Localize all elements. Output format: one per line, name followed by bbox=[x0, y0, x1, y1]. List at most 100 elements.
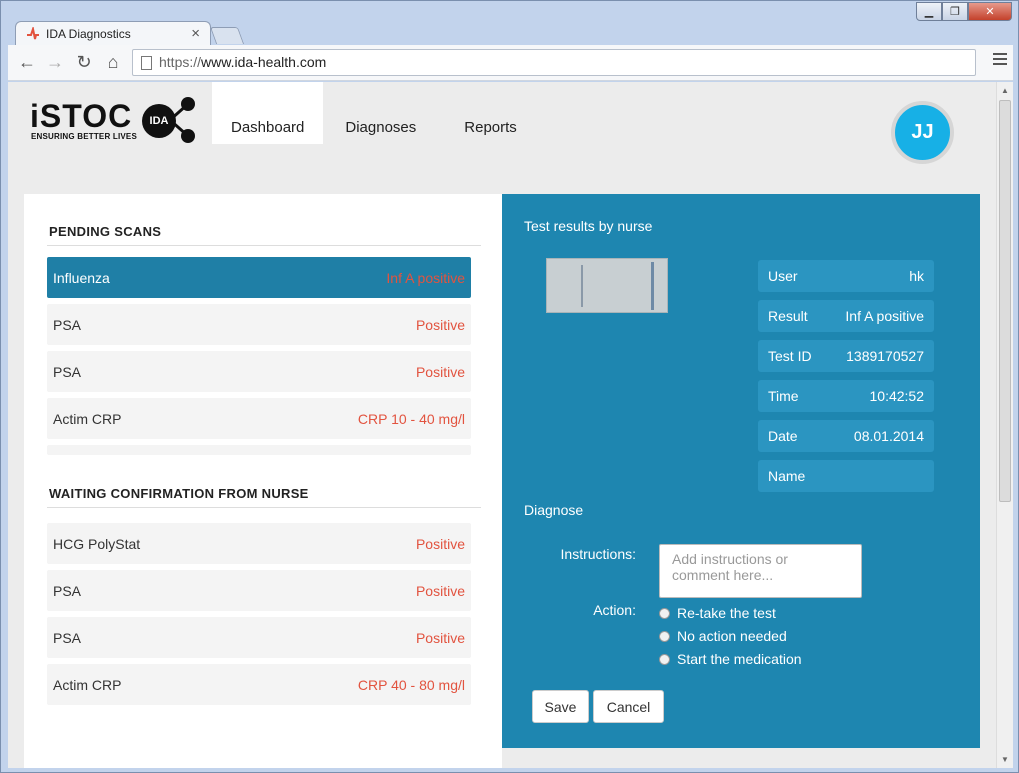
row-name: PSA bbox=[53, 316, 82, 333]
pending-row-psa[interactable]: PSA Positive bbox=[47, 304, 471, 345]
vertical-scrollbar[interactable]: ▲ ▼ bbox=[996, 82, 1013, 768]
main-nav: Dashboard Diagnoses Reports bbox=[212, 82, 536, 144]
row-result: Positive bbox=[415, 535, 465, 552]
scroll-up-icon[interactable]: ▲ bbox=[1001, 86, 1009, 95]
browser-window: IDA Diagnostics × ▁ ❐ ✕ ← → ↻ ⌂ https://… bbox=[0, 0, 1019, 773]
info-label: Name bbox=[768, 468, 806, 484]
waiting-row-actim-crp[interactable]: Actim CRP CRP 40 - 80 mg/l bbox=[47, 664, 471, 705]
browser-tab[interactable]: IDA Diagnostics × bbox=[15, 21, 211, 46]
pending-row-influenza[interactable]: Influenza Inf A positive bbox=[47, 257, 471, 298]
reload-icon[interactable]: ↻ bbox=[73, 52, 95, 73]
url-scheme: https:// bbox=[159, 54, 202, 70]
nav-reports[interactable]: Reports bbox=[445, 82, 536, 144]
address-bar[interactable]: https://www.ida-health.com bbox=[132, 49, 976, 76]
back-arrow-icon[interactable]: ← bbox=[16, 52, 38, 73]
minimize-button[interactable]: ▁ bbox=[916, 2, 942, 21]
details-title: Test results by nurse bbox=[524, 218, 653, 234]
instructions-input[interactable] bbox=[659, 544, 862, 598]
action-no-action-radio[interactable]: No action needed bbox=[659, 628, 787, 644]
row-result: CRP 40 - 80 mg/l bbox=[357, 676, 465, 693]
pending-row-psa[interactable]: PSA Positive bbox=[47, 351, 471, 392]
radio-circle-icon[interactable] bbox=[659, 607, 670, 619]
scroll-down-icon[interactable]: ▼ bbox=[1001, 755, 1009, 764]
test-details-panel: Test results by nurse User hk Result Inf… bbox=[502, 194, 980, 748]
row-result: Positive bbox=[415, 316, 465, 333]
strip-control-line bbox=[581, 265, 583, 307]
info-label: Result bbox=[768, 308, 808, 324]
url-text[interactable]: https://www.ida-health.com bbox=[159, 54, 326, 70]
forward-arrow-icon[interactable]: → bbox=[44, 52, 66, 73]
waiting-row-psa[interactable]: PSA Positive bbox=[47, 617, 471, 658]
row-result: Positive bbox=[415, 363, 465, 380]
scrollbar-thumb[interactable] bbox=[999, 100, 1011, 502]
info-value: 08.01.2014 bbox=[853, 428, 924, 444]
page-viewport: iSTOC IDA ENSURING BETTER LIVES Dashboar… bbox=[8, 82, 996, 768]
tab-title: IDA Diagnostics bbox=[46, 27, 131, 41]
radio-label: Start the medication bbox=[677, 651, 802, 667]
action-medication-radio[interactable]: Start the medication bbox=[659, 651, 802, 667]
action-retake-radio[interactable]: Re-take the test bbox=[659, 605, 776, 621]
row-name: HCG PolyStat bbox=[53, 535, 141, 552]
favicon-icon bbox=[27, 27, 39, 40]
radio-circle-icon[interactable] bbox=[659, 630, 670, 642]
info-value: hk bbox=[909, 268, 924, 284]
tab-close-icon[interactable]: × bbox=[191, 25, 200, 42]
info-name: Name bbox=[758, 460, 934, 492]
info-time: Time 10:42:52 bbox=[758, 380, 934, 412]
pending-row-actim-crp[interactable]: Actim CRP CRP 10 - 40 mg/l bbox=[47, 398, 471, 439]
browser-menu-icon[interactable] bbox=[993, 53, 1007, 68]
logo-wordmark: iSTOC bbox=[30, 98, 133, 134]
row-result: Positive bbox=[415, 582, 465, 599]
row-name: Actim CRP bbox=[53, 410, 122, 427]
nav-dashboard[interactable]: Dashboard bbox=[212, 82, 324, 144]
radio-label: Re-take the test bbox=[677, 605, 776, 621]
row-result: Positive bbox=[415, 629, 465, 646]
row-name: PSA bbox=[53, 363, 82, 380]
info-label: Date bbox=[768, 428, 798, 444]
browser-toolbar: ← → ↻ ⌂ https://www.ida-health.com bbox=[8, 45, 1013, 81]
divider bbox=[47, 245, 481, 246]
logo-tagline: ENSURING BETTER LIVES bbox=[31, 132, 137, 141]
info-result: Result Inf A positive bbox=[758, 300, 934, 332]
row-result: CRP 10 - 40 mg/l bbox=[357, 410, 465, 427]
instructions-label: Instructions: bbox=[560, 546, 636, 562]
pending-scans-title: PENDING SCANS bbox=[49, 224, 162, 239]
radio-circle-icon[interactable] bbox=[659, 653, 670, 665]
nav-diagnoses[interactable]: Diagnoses bbox=[326, 82, 435, 144]
network-nodes-icon bbox=[169, 97, 195, 143]
info-label: User bbox=[768, 268, 798, 284]
info-label: Test ID bbox=[768, 348, 812, 364]
diagnose-title: Diagnose bbox=[524, 502, 584, 518]
row-name: Influenza bbox=[53, 269, 110, 286]
waiting-confirmation-title: WAITING CONFIRMATION FROM NURSE bbox=[49, 486, 309, 501]
radio-label: No action needed bbox=[677, 628, 787, 644]
info-value: Inf A positive bbox=[845, 308, 924, 324]
istoc-logo: iSTOC IDA ENSURING BETTER LIVES bbox=[30, 96, 200, 146]
info-value: 10:42:52 bbox=[869, 388, 925, 404]
scan-lists-panel: PENDING SCANS Influenza Inf A positive P… bbox=[24, 194, 502, 768]
info-test-id: Test ID 1389170527 bbox=[758, 340, 934, 372]
action-label: Action: bbox=[593, 602, 636, 618]
waiting-row-psa[interactable]: PSA Positive bbox=[47, 570, 471, 611]
info-label: Time bbox=[768, 388, 799, 404]
user-avatar[interactable]: JJ bbox=[891, 101, 954, 164]
home-icon[interactable]: ⌂ bbox=[102, 52, 124, 73]
row-name: PSA bbox=[53, 582, 82, 599]
new-tab-button[interactable] bbox=[209, 27, 245, 44]
test-strip-image[interactable] bbox=[546, 258, 668, 313]
info-user: User hk bbox=[758, 260, 934, 292]
waiting-row-hcg[interactable]: HCG PolyStat Positive bbox=[47, 523, 471, 564]
url-host: www.ida-health.com bbox=[201, 54, 327, 70]
row-name: Actim CRP bbox=[53, 676, 122, 693]
row-result: Inf A positive bbox=[386, 269, 465, 286]
close-window-button[interactable]: ✕ bbox=[968, 2, 1012, 21]
divider bbox=[47, 507, 481, 508]
cancel-button[interactable]: Cancel bbox=[593, 690, 664, 723]
maximize-button[interactable]: ❐ bbox=[942, 2, 968, 21]
page-icon bbox=[141, 56, 152, 70]
window-controls: ▁ ❐ ✕ bbox=[916, 2, 1012, 21]
strip-test-line bbox=[651, 262, 654, 310]
save-button[interactable]: Save bbox=[532, 690, 589, 723]
pending-row-partial[interactable] bbox=[47, 445, 471, 455]
title-bar: IDA Diagnostics × ▁ ❐ ✕ bbox=[1, 1, 1018, 46]
